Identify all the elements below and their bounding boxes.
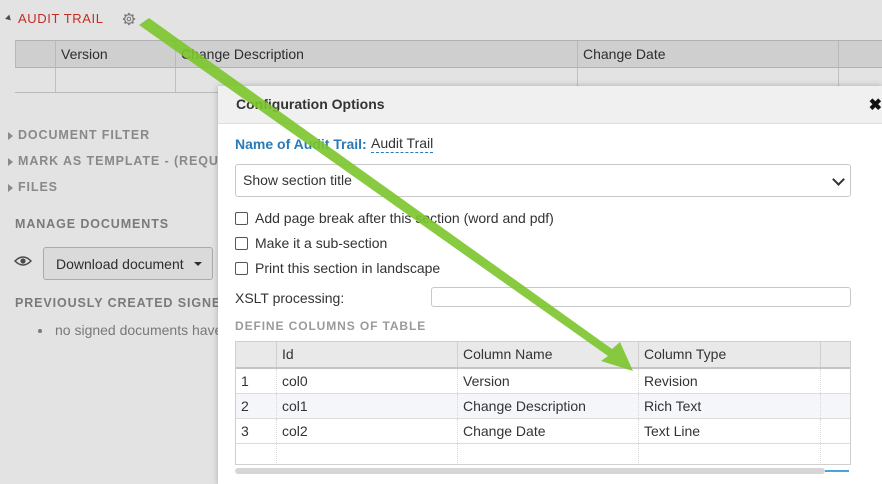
dialog-header[interactable]: Configuration Options ✖ (218, 86, 882, 124)
section-title-select[interactable]: Show section title (235, 164, 851, 197)
cell-extra (820, 419, 850, 443)
cell-column-name[interactable]: Change Description (457, 394, 638, 418)
checkbox-label: Add page break after this section (word … (255, 210, 554, 226)
xslt-label: XSLT processing: (235, 290, 345, 306)
page-break-checkbox[interactable] (235, 211, 248, 225)
dialog-title: Configuration Options (236, 96, 385, 112)
sub-section-checkbox-row[interactable]: Make it a sub-section (235, 235, 387, 251)
header-column-type[interactable]: Column Type (638, 342, 820, 367)
table-row[interactable]: 1 col0 Version Revision (236, 369, 850, 394)
cell-column-type[interactable]: Revision (638, 369, 820, 393)
row-number: 2 (241, 398, 249, 414)
row-number: 3 (241, 423, 249, 439)
row-number: 1 (241, 373, 249, 389)
header-column-name[interactable]: Column Name (457, 342, 638, 367)
header-id[interactable]: Id (276, 342, 457, 367)
cell-column-type[interactable]: Rich Text (638, 394, 820, 418)
cell-empty (820, 443, 850, 464)
configuration-options-dialog: Configuration Options ✖ Name of Audit Tr… (218, 86, 882, 484)
scrollbar-accent (825, 470, 849, 472)
xslt-input[interactable] (431, 287, 851, 307)
page-break-checkbox-row[interactable]: Add page break after this section (word … (235, 210, 554, 226)
name-label: Name of Audit Trail: (235, 136, 367, 152)
cell-column-name[interactable]: Change Date (457, 419, 638, 443)
columns-table: Id Column Name Column Type 1 col0 Versio… (235, 341, 851, 465)
define-columns-heading: DEFINE COLUMNS OF TABLE (235, 319, 427, 333)
cell-id[interactable]: col2 (276, 419, 457, 443)
select-value: Show section title (243, 172, 352, 188)
cell-extra (820, 369, 850, 393)
table-new-row[interactable] (236, 443, 850, 464)
cell-id[interactable]: col0 (276, 369, 457, 393)
sub-section-checkbox[interactable] (235, 236, 248, 250)
checkbox-label: Print this section in landscape (255, 260, 441, 276)
close-icon[interactable]: ✖ (869, 95, 882, 115)
cell-empty (457, 443, 638, 464)
columns-table-header: Id Column Name Column Type (236, 342, 850, 369)
landscape-checkbox-row[interactable]: Print this section in landscape (235, 260, 440, 276)
checkbox-label: Make it a sub-section (255, 235, 388, 251)
chevron-down-icon (832, 173, 845, 186)
name-value-editable[interactable]: Audit Trail (371, 135, 434, 153)
cell-empty (276, 443, 457, 464)
table-row[interactable]: 3 col2 Change Date Text Line (236, 419, 850, 444)
cell-column-name[interactable]: Version (457, 369, 638, 393)
header-rownum (236, 342, 276, 367)
cell-column-type[interactable]: Text Line (638, 419, 820, 443)
horizontal-scrollbar[interactable] (235, 468, 825, 474)
cell-id[interactable]: col1 (276, 394, 457, 418)
landscape-checkbox[interactable] (235, 261, 248, 275)
header-extra (820, 342, 850, 367)
cell-empty (638, 443, 820, 464)
table-row[interactable]: 2 col1 Change Description Rich Text (236, 394, 850, 419)
cell-extra (820, 394, 850, 418)
